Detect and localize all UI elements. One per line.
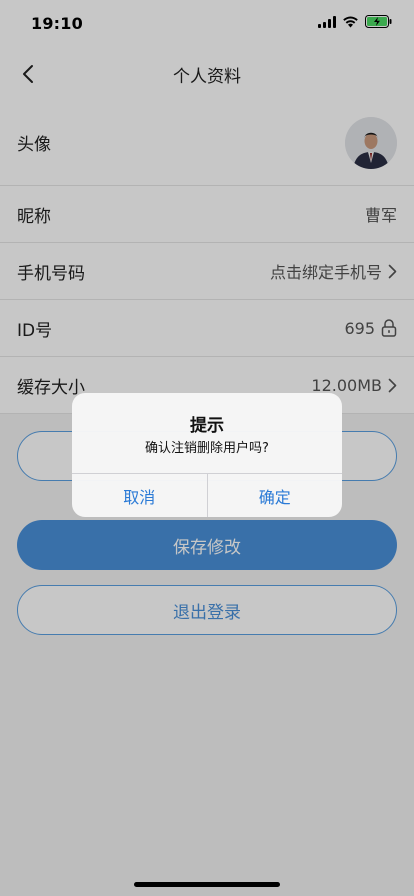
confirm-dialog: 提示 确认注销删除用户吗? 取消 确定 xyxy=(72,393,342,517)
cancel-button[interactable]: 取消 xyxy=(72,474,207,517)
home-indicator[interactable] xyxy=(134,882,280,887)
dialog-actions: 取消 确定 xyxy=(72,473,342,517)
confirm-button[interactable]: 确定 xyxy=(206,474,343,517)
profile-page: 19:10 个人资料 头像 昵称 曹军 手机号码 点击绑定手机号 ID号 695… xyxy=(0,0,414,896)
dialog-title: 提示 xyxy=(190,416,224,436)
dialog-message: 确认注销删除用户吗? xyxy=(145,441,269,456)
